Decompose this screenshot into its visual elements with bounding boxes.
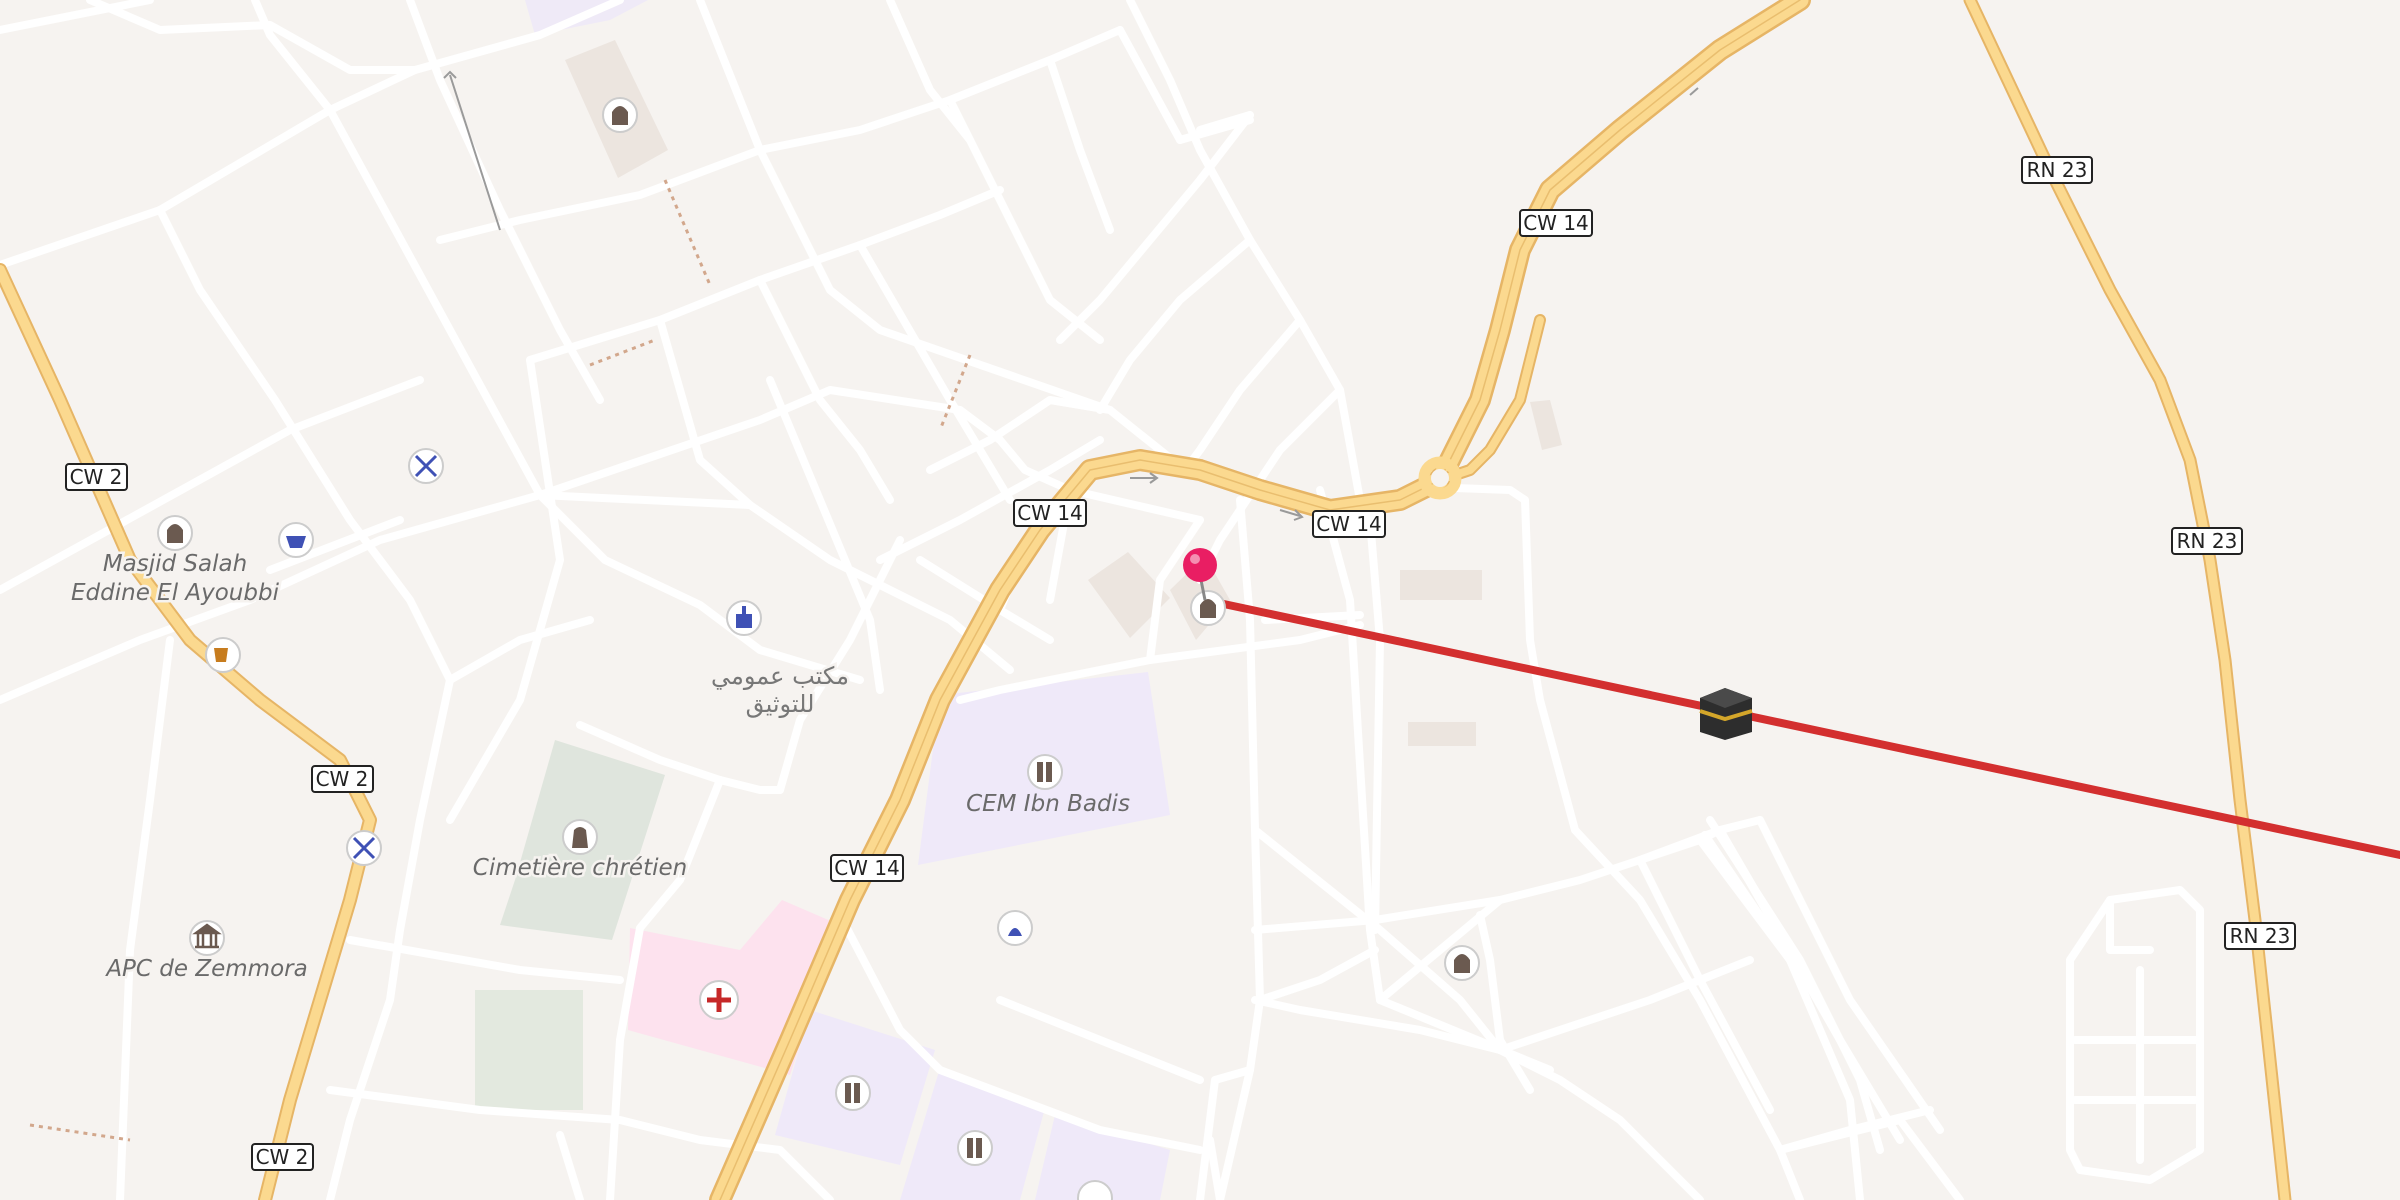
scissors-icon[interactable] xyxy=(408,448,444,484)
townhall-icon[interactable] xyxy=(189,920,225,956)
building xyxy=(1400,570,1482,600)
road-label: CW 14 xyxy=(1523,211,1589,235)
land-areas xyxy=(475,0,1562,1200)
road-shield-cw2: CW 2 xyxy=(311,765,374,793)
kaaba-icon[interactable] xyxy=(1699,688,1753,740)
cemetery-label: Cimetière chrétien xyxy=(473,855,687,881)
masjid-label: Eddine El Ayoubbi xyxy=(71,580,280,606)
road-label: CW 14 xyxy=(834,856,900,880)
road-shield-cw14: CW 14 xyxy=(830,854,904,882)
road-shields: CW 2 CW 2 CW 2 CW 14 CW 14 CW 14 CW 14 R… xyxy=(65,156,2296,1171)
hospital-cross-icon[interactable] xyxy=(699,980,739,1020)
school-icon[interactable] xyxy=(1027,754,1063,790)
building xyxy=(1530,400,1562,450)
shopping-basket-icon[interactable] xyxy=(278,522,314,558)
road-shield-cw14: CW 14 xyxy=(1312,510,1386,538)
road-shield-cw14: CW 14 xyxy=(1013,499,1087,527)
road-label: CW 2 xyxy=(256,1145,309,1169)
road-label: RN 23 xyxy=(2230,924,2291,948)
cafe-icon[interactable] xyxy=(205,637,241,673)
apc-label: APC de Zemmora xyxy=(104,956,307,982)
school-icon[interactable] xyxy=(835,1075,871,1111)
building xyxy=(1408,722,1476,746)
road-label: CW 2 xyxy=(70,465,123,489)
mosque-icon[interactable] xyxy=(157,515,193,551)
road-rn23 xyxy=(1963,0,2292,1200)
mosque-icon[interactable] xyxy=(1444,945,1480,981)
road-label: CW 14 xyxy=(1316,512,1382,536)
road-shield-rn23: RN 23 xyxy=(2021,156,2093,184)
flag-icon[interactable] xyxy=(997,910,1033,946)
green-area xyxy=(475,990,583,1110)
road-label: RN 23 xyxy=(2027,158,2088,182)
road-label: CW 14 xyxy=(1017,501,1083,525)
road-shield-cw14: CW 14 xyxy=(1519,209,1593,237)
office-label: مكتب عمومي xyxy=(711,662,849,690)
cemetery-icon[interactable] xyxy=(562,819,598,855)
mosque-icon[interactable] xyxy=(602,97,638,133)
road-label: CW 2 xyxy=(316,767,369,791)
road-shield-rn23: RN 23 xyxy=(2171,527,2243,555)
school-icon[interactable] xyxy=(957,1130,993,1166)
road-shield-rn23: RN 23 xyxy=(2224,922,2296,950)
map-canvas[interactable]: CW 2 CW 2 CW 2 CW 14 CW 14 CW 14 CW 14 R… xyxy=(0,0,2400,1200)
pharmacy-icon[interactable] xyxy=(726,600,762,636)
office-label: للتوثيق xyxy=(746,690,815,718)
school-label: CEM Ibn Badis xyxy=(966,791,1130,817)
minor-streets xyxy=(0,0,2204,1200)
road-label: RN 23 xyxy=(2177,529,2238,553)
scissors-icon[interactable] xyxy=(346,830,382,866)
mosque-icon[interactable] xyxy=(1190,590,1226,626)
road-shield-cw2: CW 2 xyxy=(251,1143,314,1171)
masjid-label: Masjid Salah xyxy=(103,551,247,577)
road-shield-cw2: CW 2 xyxy=(65,463,128,491)
